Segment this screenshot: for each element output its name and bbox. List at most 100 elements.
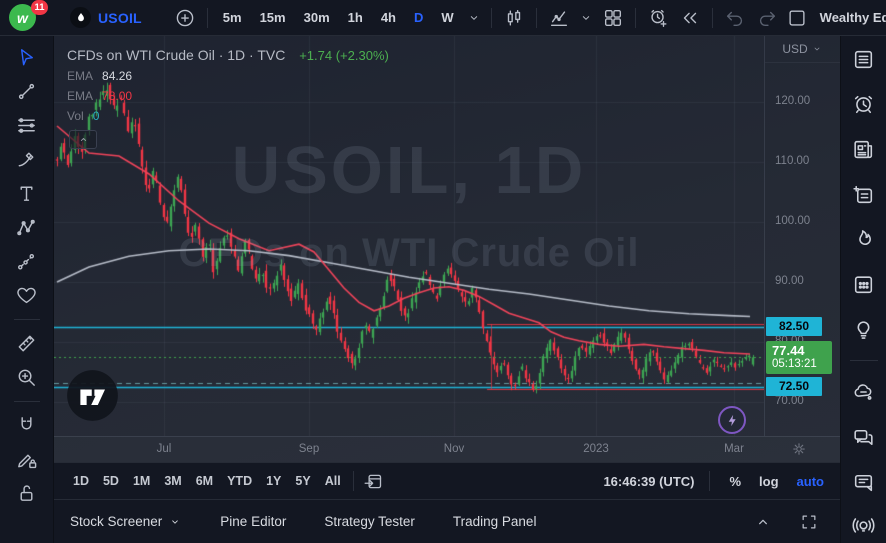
tradingview-logo[interactable] <box>66 369 119 422</box>
price-tick: 70.00 <box>775 395 804 407</box>
timeframe-5m[interactable]: 5m <box>215 4 250 32</box>
tool-fib-retracement[interactable] <box>8 109 46 142</box>
tool-lock-drawings[interactable] <box>8 477 46 510</box>
chart-area[interactable]: USOIL, 1D CFDs on WTI Crude Oil CFDs on … <box>54 36 840 462</box>
range-1m-button[interactable]: 1M <box>126 468 157 494</box>
xabcd-pattern-icon <box>15 216 38 239</box>
range-3m-button[interactable]: 3M <box>157 468 188 494</box>
session-clock[interactable]: 16:46:39 (UTC) <box>603 474 694 489</box>
indicator-row[interactable]: EMA84.26 <box>67 68 389 83</box>
timeframe-1h[interactable]: 1h <box>340 4 371 32</box>
price-axis[interactable]: USD 120.00110.00100.0090.0080.0070.00 82… <box>764 36 840 436</box>
chart-style-button[interactable] <box>499 4 529 32</box>
range-5y-button[interactable]: 5Y <box>288 468 317 494</box>
divider <box>536 8 537 28</box>
tool-magnet[interactable] <box>8 409 46 442</box>
goto-date-button[interactable] <box>359 467 389 495</box>
tool-text[interactable] <box>8 177 46 210</box>
redo-button[interactable] <box>752 4 782 32</box>
price-tick: 90.00 <box>775 275 804 287</box>
public-chats-button[interactable] <box>847 421 881 453</box>
legend-collapse-button[interactable] <box>69 130 97 149</box>
alerts-panel-button[interactable] <box>847 89 881 121</box>
indicator-templates-button[interactable] <box>576 4 596 32</box>
plus-circle-icon <box>174 7 196 29</box>
streams-panel-button[interactable] <box>847 511 881 543</box>
price-change: +1.74 (+2.30%) <box>299 48 389 63</box>
watchlist-panel-button[interactable] <box>847 44 881 76</box>
bar-replay-button[interactable] <box>675 4 705 32</box>
zoom-in-icon <box>15 366 38 389</box>
ideas-panel-button[interactable] <box>847 313 881 345</box>
auto-scale-button[interactable]: auto <box>793 474 828 489</box>
timeframe-30m[interactable]: 30m <box>296 4 338 32</box>
app-logo[interactable]: w11 <box>6 2 46 34</box>
create-alert-button[interactable] <box>643 4 673 32</box>
tradingview-app: w11 USOIL 5m15m30m1h4hDW Wealthy Educ USOI… <box>0 0 886 543</box>
range-6m-button[interactable]: 6M <box>189 468 220 494</box>
panel-open-button[interactable] <box>748 508 778 536</box>
tool-stay-drawing-mode[interactable] <box>8 443 46 476</box>
undo-button[interactable] <box>720 4 750 32</box>
hotlists-panel-button[interactable] <box>847 224 881 256</box>
text-icon <box>15 182 38 205</box>
price-axis-currency-menu[interactable]: USD <box>765 36 840 63</box>
time-axis[interactable]: JulSepNov2023Mar <box>54 436 840 462</box>
account-name[interactable]: Wealthy Educ <box>820 10 886 25</box>
symbol-button[interactable]: USOIL <box>62 4 150 32</box>
tool-brush[interactable] <box>8 143 46 176</box>
multichart-layout-button[interactable] <box>598 4 628 32</box>
tool-measure[interactable] <box>8 327 46 360</box>
tool-cursor[interactable] <box>8 41 46 74</box>
private-chats-button[interactable] <box>847 466 881 498</box>
chevron-down-icon <box>466 10 482 26</box>
text-notes-panel-button[interactable] <box>847 179 881 211</box>
tab-pine-editor[interactable]: Pine Editor <box>220 514 286 529</box>
range-all-button[interactable]: All <box>318 468 348 494</box>
range-1y-button[interactable]: 1Y <box>259 468 288 494</box>
calendar-panel-button[interactable] <box>847 269 881 301</box>
chart-settings-gear-icon[interactable] <box>790 440 808 458</box>
timeframe-d[interactable]: D <box>406 4 431 32</box>
symbol-description[interactable]: CFDs on WTI Crude Oil · 1D · TVC <box>67 47 285 63</box>
percent-scale-button[interactable]: % <box>725 474 745 489</box>
indicator-row[interactable]: Vol0 <box>67 108 389 123</box>
symbol-add-button[interactable] <box>170 4 200 32</box>
range-1d-button[interactable]: 1D <box>66 468 96 494</box>
timeframe-15m[interactable]: 15m <box>252 4 294 32</box>
heart-icon <box>15 284 38 307</box>
legend-title-row: CFDs on WTI Crude Oil · 1D · TVC +1.74 (… <box>67 47 389 63</box>
news-panel-button[interactable] <box>847 134 881 166</box>
indicator-row[interactable]: EMA78.00 <box>67 88 389 103</box>
log-scale-button[interactable]: log <box>755 474 783 489</box>
main-row: USOIL, 1D CFDs on WTI Crude Oil CFDs on … <box>0 36 886 543</box>
tab-strategy-tester[interactable]: Strategy Tester <box>324 514 415 529</box>
range-5d-button[interactable]: 5D <box>96 468 126 494</box>
tool-emoji[interactable] <box>8 279 46 312</box>
range-ytd-button[interactable]: YTD <box>220 468 259 494</box>
indicator-legend-rows: EMA84.26 EMA78.00 Vol0 <box>67 68 389 123</box>
tool-zoom-in[interactable] <box>8 361 46 394</box>
fullscreen-button[interactable] <box>794 508 824 536</box>
tab-trading-panel[interactable]: Trading Panel <box>453 514 537 529</box>
tool-trend-line[interactable] <box>8 75 46 108</box>
save-layout-button[interactable] <box>782 4 812 32</box>
quick-trade-lightning-button[interactable] <box>718 406 746 434</box>
time-tick: Nov <box>444 443 464 455</box>
minds-panel-button[interactable] <box>847 376 881 408</box>
broadcast-icon <box>851 514 876 539</box>
flame-icon <box>851 227 876 252</box>
symbol-label: USOIL <box>98 10 142 26</box>
notification-badge: 11 <box>31 0 48 15</box>
last-price-value: 77.44 <box>772 343 826 358</box>
timeframe-w[interactable]: W <box>433 4 461 32</box>
tool-patterns[interactable] <box>8 211 46 244</box>
timeframe-4h[interactable]: 4h <box>373 4 404 32</box>
date-range-buttons: 1D5D1M3M6MYTD1Y5YAll <box>66 468 348 494</box>
drawing-toolbar <box>0 36 54 543</box>
tool-forecast[interactable] <box>8 245 46 278</box>
timeframe-menu-button[interactable] <box>464 4 484 32</box>
divider <box>850 360 878 361</box>
indicators-button[interactable] <box>544 4 574 32</box>
tab-stock-screener[interactable]: Stock Screener <box>70 514 182 529</box>
